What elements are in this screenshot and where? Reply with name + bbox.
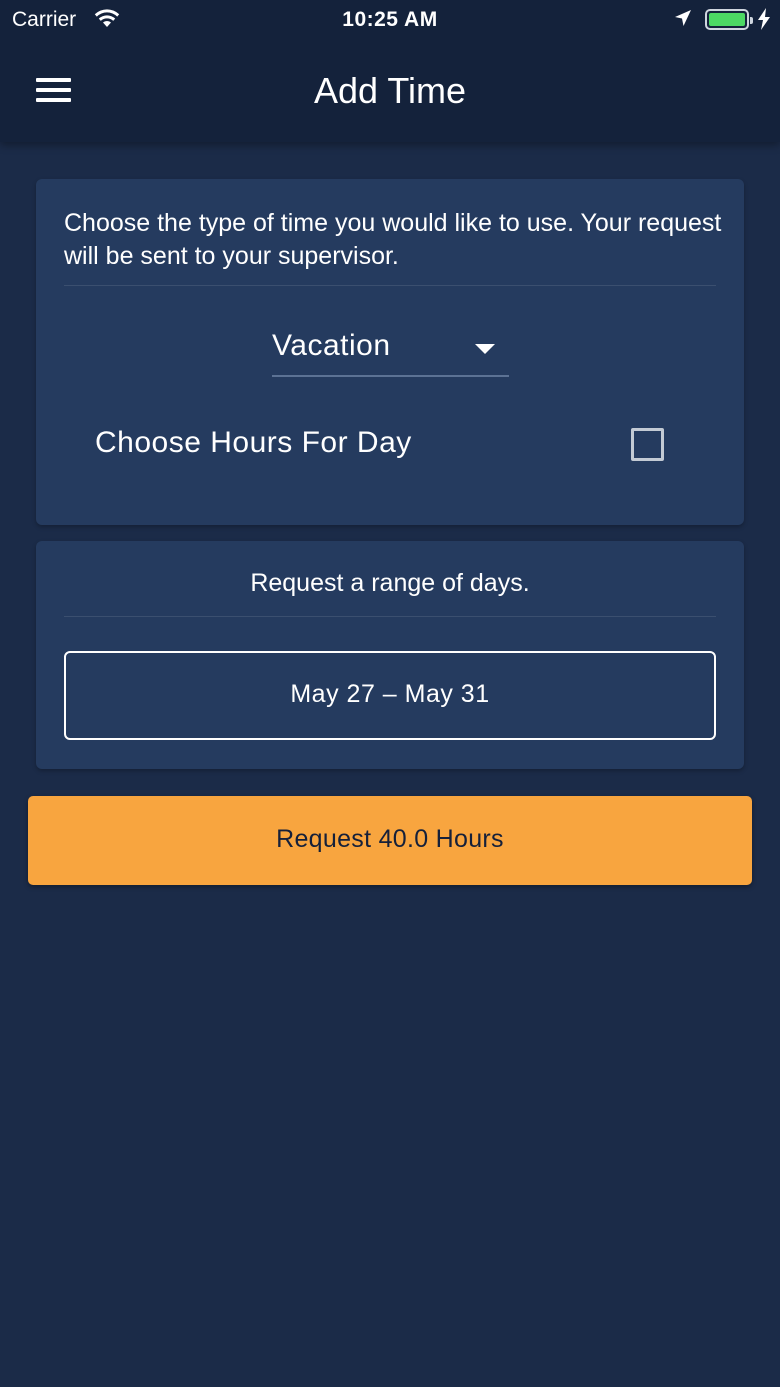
time-type-card: Choose the type of time you would like t… [36,179,744,525]
app-header: Carrier 10:25 AM Add Time [0,0,780,142]
request-hours-button[interactable]: Request 40.0 Hours [28,796,752,885]
battery-icon [705,9,753,30]
divider [64,285,716,286]
range-label: Request a range of days. [250,569,530,597]
date-range-card: Request a range of days. May 27 – May 31 [36,541,744,769]
date-range-button[interactable]: May 27 – May 31 [64,651,716,740]
charging-bolt-icon [757,8,771,36]
time-type-selected: Vacation [272,329,391,362]
status-time: 10:25 AM [342,8,438,31]
status-bar: Carrier 10:25 AM [0,0,780,40]
time-type-dropdown[interactable]: Vacation [272,327,509,377]
location-arrow-icon [673,8,693,34]
battery-nub [750,17,753,24]
request-hours-label: Request 40.0 Hours [276,825,504,853]
battery-level [709,13,745,26]
choose-hours-label: Choose Hours For Day [95,426,412,459]
page-title: Add Time [313,70,467,111]
choose-hours-checkbox[interactable] [631,428,664,461]
date-range-value: May 27 – May 31 [290,680,490,708]
intro-text: Choose the type of time you would like t… [64,209,722,270]
dropdown-caret-icon [475,344,495,354]
divider [64,616,716,617]
